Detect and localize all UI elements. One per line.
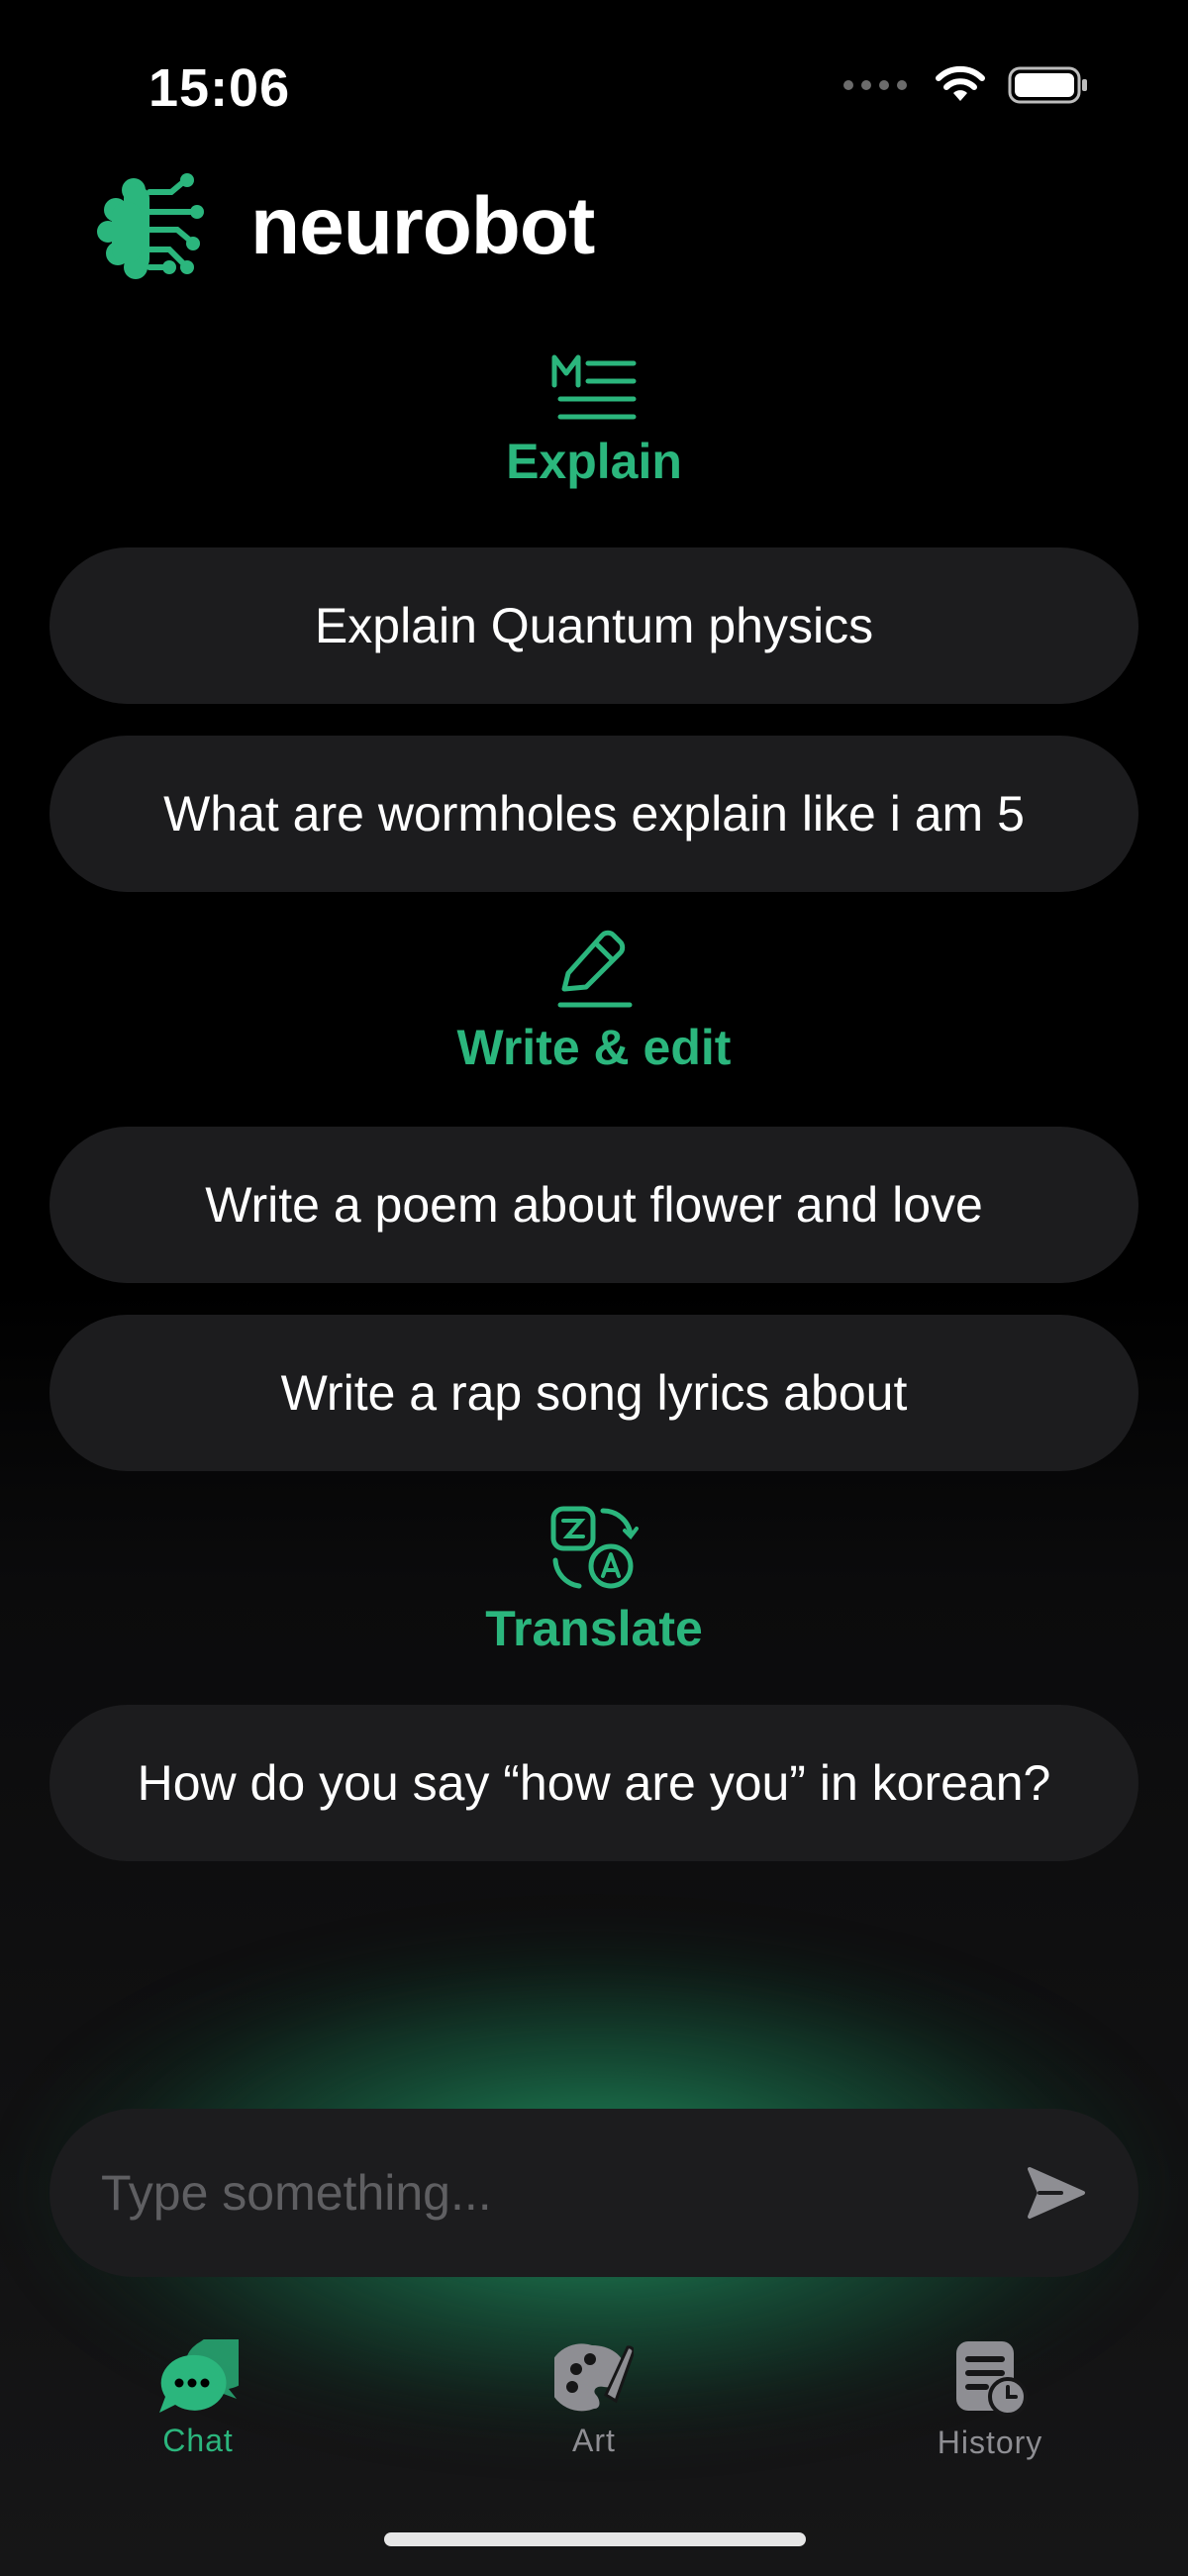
tab-art[interactable]: Art xyxy=(495,2339,693,2459)
status-icons xyxy=(843,65,1089,105)
section-title-translate: Translate xyxy=(485,1601,703,1656)
tab-bar: Chat Art History xyxy=(0,2331,1188,2490)
brain-circuit-icon xyxy=(97,173,204,279)
section-write-header: Write & edit xyxy=(0,926,1188,1076)
pencil-icon xyxy=(557,930,633,1008)
prompt-button[interactable]: Explain Quantum physics xyxy=(50,547,1138,704)
send-button[interactable] xyxy=(1024,2160,1089,2226)
prompt-button[interactable]: What are wormholes explain like i am 5 xyxy=(50,736,1138,892)
app-screen: 15:06 neurobot Explain Explain Quantum p… xyxy=(0,0,1188,2576)
send-icon xyxy=(1028,2167,1085,2219)
chat-bubbles-icon xyxy=(159,2339,239,2413)
history-icon xyxy=(956,2341,1028,2417)
prompt-button[interactable]: Write a rap song lyrics about xyxy=(50,1315,1138,1471)
wifi-icon xyxy=(936,65,985,101)
translate-icon xyxy=(550,1506,639,1589)
prompt-button[interactable]: Write a poem about flower and love xyxy=(50,1127,1138,1283)
tab-chat-label: Chat xyxy=(162,2423,234,2458)
home-indicator xyxy=(384,2532,806,2546)
section-title-explain: Explain xyxy=(506,434,682,489)
cellular-signal-icon xyxy=(843,80,907,90)
section-translate-header: Translate xyxy=(0,1505,1188,1657)
section-title-write: Write & edit xyxy=(456,1020,732,1075)
message-input-bar xyxy=(50,2109,1138,2277)
tab-art-label: Art xyxy=(572,2423,616,2458)
tab-history[interactable]: History xyxy=(891,2339,1089,2461)
tab-history-label: History xyxy=(937,2425,1043,2460)
palette-icon xyxy=(554,2343,634,2412)
prompt-button[interactable]: How do you say “how are you” in korean? xyxy=(50,1705,1138,1861)
status-bar: 15:06 xyxy=(0,0,1188,173)
markdown-icon xyxy=(551,354,637,420)
app-header: neurobot xyxy=(94,168,595,285)
message-input[interactable] xyxy=(99,2163,994,2223)
section-explain-header: Explain xyxy=(0,351,1188,490)
battery-icon xyxy=(1008,66,1087,104)
app-title: neurobot xyxy=(250,181,595,271)
status-time: 15:06 xyxy=(148,58,291,118)
tab-chat[interactable]: Chat xyxy=(99,2339,297,2459)
